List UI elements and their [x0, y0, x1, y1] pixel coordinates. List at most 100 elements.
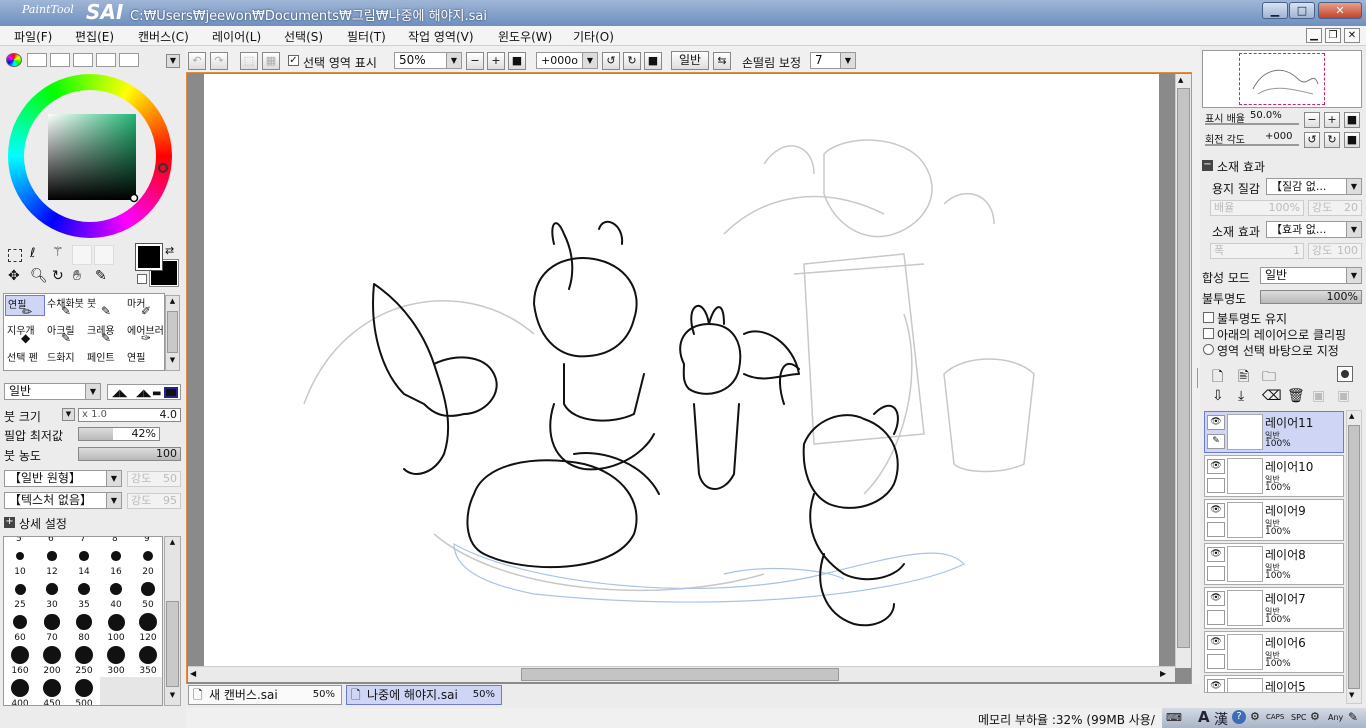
close-button[interactable]: ✕	[1318, 2, 1362, 19]
brush-size-preset[interactable]: 25	[4, 578, 36, 611]
hand-icon[interactable]: ✋︎	[73, 268, 81, 284]
eye-icon[interactable]: 👁	[1207, 459, 1225, 474]
min-pressure-slider[interactable]: 42%	[78, 427, 160, 441]
collapse-minus-icon[interactable]: −	[1202, 160, 1213, 171]
rotation-dropdown[interactable]: +000o ▼	[536, 52, 598, 69]
new-layer-icon[interactable]: 🗋	[1212, 366, 1223, 390]
flip-horizontal-button[interactable]: ⇆	[713, 52, 731, 70]
tip-sharp-icon[interactable]: ◢◣	[112, 388, 127, 399]
brush-shape-dropdown[interactable]: 【일반 원형】 ▼	[4, 470, 122, 487]
tool-eraser[interactable]: 지우개 ◆	[5, 322, 45, 345]
zoom-dropdown[interactable]: 50% ▼	[394, 52, 462, 69]
keyboard-icon[interactable]: ⌨	[1166, 711, 1182, 724]
primary-color-swatch[interactable]	[135, 243, 163, 271]
lock-toggle-icon[interactable]	[1207, 566, 1225, 581]
mixer-tab-icon[interactable]	[73, 53, 93, 67]
brush-texture-dropdown[interactable]: 【텍스처 없음】 ▼	[4, 492, 122, 509]
eye-icon[interactable]: 👁	[1207, 415, 1225, 430]
brush-size-preset[interactable]: 100	[100, 611, 132, 644]
brush-size-preset[interactable]: 400	[4, 677, 36, 705]
menu-edit[interactable]: 편집(E)	[75, 28, 114, 45]
tool-watercolor[interactable]: 수채화붓 ✎	[45, 295, 85, 318]
tool-crayon[interactable]: 크레용 ✎	[85, 322, 125, 345]
swap-colors-icon[interactable]: ⇄	[165, 244, 174, 257]
eye-icon[interactable]: 👁	[1207, 679, 1225, 692]
pen-icon[interactable]: ✎	[1207, 434, 1225, 449]
layer-row[interactable]: 👁 레이어8 일반 100%	[1204, 543, 1344, 585]
blend-mode-dropdown[interactable]: 일반 ▼	[1260, 267, 1362, 284]
stabilizer-dropdown[interactable]: 7 ▼	[810, 52, 856, 69]
brush-size-preset[interactable]: 70	[36, 611, 68, 644]
lock-toggle-icon[interactable]	[1207, 654, 1225, 669]
nav-rotate-cw-button[interactable]: ↻	[1324, 132, 1340, 148]
show-selection-checkbox[interactable]: ✓	[288, 55, 299, 66]
tool-bucket[interactable]: 페인트	[85, 349, 125, 370]
scroll-left-icon[interactable]: ◀	[190, 669, 196, 678]
tool-select-eraser[interactable]: 드화지	[45, 349, 85, 370]
scroll-up-icon[interactable]: ▲	[1349, 412, 1354, 420]
pen-icon[interactable]: ✎	[1348, 710, 1358, 724]
scroll-up-icon[interactable]: ▲	[1178, 76, 1188, 86]
brush-size-preset[interactable]: 20	[132, 545, 162, 578]
brush-size-preset[interactable]: 10	[4, 545, 36, 578]
mdi-close-button[interactable]: ✕	[1344, 28, 1360, 43]
tool-pencil-2[interactable]: 연필	[125, 349, 165, 370]
mdi-restore-button[interactable]: ❐	[1325, 28, 1341, 43]
brush-size-preset[interactable]: 30	[36, 578, 68, 611]
canvas-vertical-scrollbar[interactable]: ▲	[1175, 74, 1191, 668]
doc-tab-new-canvas[interactable]: 🗋 새 캔버스.sai 50%	[188, 685, 342, 705]
scroll-up-icon[interactable]: ▲	[167, 297, 178, 309]
material-effect-dropdown[interactable]: 【효과 없... ▼	[1266, 221, 1362, 238]
deselect-button[interactable]: ⬚	[240, 52, 258, 70]
brush-size-preset[interactable]: 16	[100, 545, 132, 578]
panel-grip[interactable]	[1197, 368, 1201, 388]
delete-layer-icon[interactable]: 🗑	[1287, 388, 1305, 404]
eye-icon[interactable]: 👁	[1207, 547, 1225, 562]
eye-icon[interactable]: 👁	[1207, 591, 1225, 606]
brush-size-preset[interactable]: 160	[4, 644, 36, 677]
zoom-reset-button[interactable]: ■	[508, 52, 526, 70]
ime-pad-icon[interactable]: ⚙	[1310, 710, 1320, 723]
help-icon[interactable]: ?	[1232, 710, 1246, 724]
rect-select-icon[interactable]	[8, 249, 22, 262]
eyedropper-icon[interactable]: ✎	[95, 268, 107, 284]
eye-icon[interactable]: 👁	[1207, 503, 1225, 518]
lock-toggle-icon[interactable]	[1207, 610, 1225, 625]
rotate-icon[interactable]: ↻	[52, 268, 64, 284]
rotate-ccw-button[interactable]: ↺	[602, 52, 620, 70]
lock-toggle-icon[interactable]	[1207, 478, 1225, 493]
canvas-hscroll-thumb[interactable]	[521, 668, 839, 681]
navigator-preview[interactable]	[1202, 50, 1362, 108]
redo-button[interactable]: ↷	[210, 52, 228, 70]
brush-size-preset[interactable]: 14	[68, 545, 100, 578]
nav-zoom-out-button[interactable]: −	[1304, 112, 1320, 128]
tip-medium-icon[interactable]: ◢◣	[136, 388, 151, 399]
layer-row[interactable]: 👁레이어5일반100%	[1204, 675, 1344, 693]
brush-size-preset[interactable]: 50	[132, 578, 162, 611]
tool-acrylic[interactable]: 아크릴 ✎	[45, 322, 85, 345]
selection-source-radio[interactable]	[1203, 344, 1214, 355]
menu-window[interactable]: 윈도우(W)	[498, 28, 552, 45]
ime-mode-indicator[interactable]: A	[1198, 708, 1210, 726]
brush-size-preset[interactable]: 450	[36, 677, 68, 705]
menu-layer[interactable]: 레이어(L)	[212, 28, 261, 45]
scroll-down-icon[interactable]: ▼	[1349, 691, 1354, 699]
tool-grid-scrollbar[interactable]: ▲ ▼	[165, 295, 180, 371]
clear-layer-icon[interactable]: ⌫	[1262, 388, 1282, 404]
color-wheel-tab-icon[interactable]	[6, 53, 22, 67]
keep-opacity-checkbox[interactable]	[1203, 312, 1214, 323]
normal-view-button[interactable]: 일반	[671, 51, 709, 70]
brush-size-preset[interactable]: 35	[68, 578, 100, 611]
scratchpad-tab-icon[interactable]	[119, 53, 139, 67]
scroll-down-icon[interactable]: ▼	[167, 356, 178, 368]
brush-size-preset[interactable]: 120	[132, 611, 162, 644]
brush-size-preset[interactable]: 200	[36, 644, 68, 677]
lock-toggle-icon[interactable]	[1207, 522, 1225, 537]
scroll-thumb[interactable]	[167, 311, 178, 353]
tip-soft-icon[interactable]: ▬	[152, 388, 161, 399]
zoom-icon[interactable]: 🔍︎	[30, 268, 48, 284]
menu-workspace[interactable]: 작업 영역(V)	[408, 28, 474, 45]
brush-tip-selector[interactable]: ◢◣ ◢◣ ▬	[107, 384, 181, 400]
magic-wand-icon[interactable]: ⚚	[52, 245, 64, 260]
transparent-color-icon[interactable]	[137, 274, 147, 284]
